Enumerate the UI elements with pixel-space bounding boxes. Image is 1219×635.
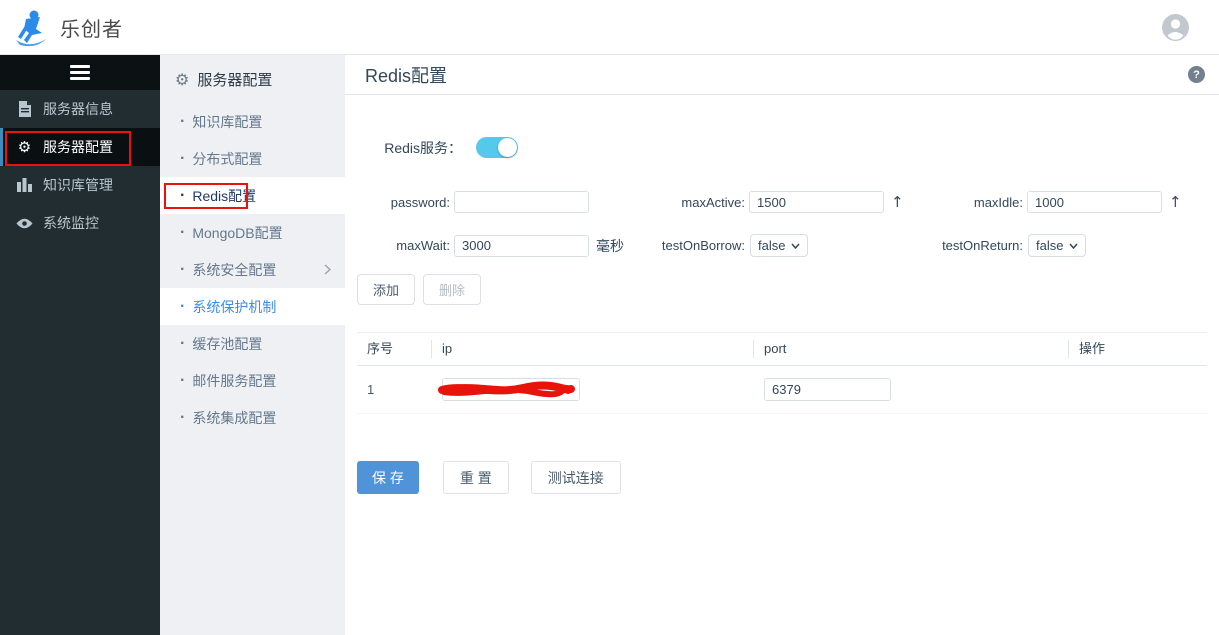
submenu-item-label: 知识库配置 — [192, 113, 263, 130]
main-panel: Redis配置 ? Redis服务： password: maxActive: — [345, 55, 1219, 635]
sort-up-icon[interactable]: ↑ — [1169, 193, 1182, 211]
maxactive-field[interactable] — [749, 191, 884, 213]
toggle-knob — [498, 138, 517, 157]
sort-up-icon[interactable]: ↑ — [891, 193, 904, 211]
maxwait-unit: 毫秒 — [596, 237, 624, 254]
page-header: Redis配置 ? — [345, 55, 1219, 95]
submenu-item-label: MongoDB配置 — [192, 224, 283, 241]
sidebar-item-server-config[interactable]: ⚙ 服务器配置 — [0, 128, 160, 166]
bullet-icon: · — [180, 371, 186, 389]
bullet-icon: · — [180, 149, 186, 167]
submenu-item-distributed-config[interactable]: · 分布式配置 — [160, 140, 345, 177]
testonborrow-select[interactable]: false — [750, 234, 809, 257]
bullet-icon: · — [180, 260, 186, 278]
redis-service-toggle[interactable] — [476, 137, 518, 158]
test-connection-button[interactable]: 测试连接 — [530, 461, 621, 494]
bullet-icon: · — [180, 408, 186, 426]
maxwait-label: maxWait: — [396, 238, 450, 253]
sidebar-item-label: 服务器信息 — [43, 101, 113, 117]
gear-icon: ⚙ — [175, 69, 190, 89]
maxactive-label: maxActive: — [681, 194, 745, 210]
brand-name: 乐创者 — [60, 18, 123, 41]
testonborrow-label: testOnBorrow: — [661, 238, 745, 253]
bullet-icon: · — [180, 223, 186, 241]
sidebar-collapse-button[interactable] — [0, 55, 160, 90]
bullet-icon: · — [180, 297, 186, 315]
column-header-ip: ip — [432, 340, 754, 358]
submenu-item-label: 系统保护机制 — [192, 298, 277, 315]
table-row: 1 — [357, 366, 1207, 414]
add-button[interactable]: 添加 — [357, 274, 416, 305]
user-avatar-icon[interactable] — [1162, 13, 1189, 41]
sidebar-item-label: 服务器配置 — [43, 139, 113, 155]
row-index: 1 — [367, 382, 375, 397]
sidebar-item-server-info[interactable]: 服务器信息 — [0, 90, 160, 128]
top-bar: 乐创者 — [0, 0, 1219, 55]
submenu-item-mail-service-config[interactable]: · 邮件服务配置 — [160, 362, 345, 399]
main-sidebar: 服务器信息 ⚙ 服务器配置 知识库管理 系统监控 — [0, 55, 160, 635]
chevron-down-icon — [791, 243, 801, 249]
hamburger-icon — [70, 62, 90, 83]
maxidle-label: maxIdle: — [973, 194, 1023, 210]
submenu-item-protection-mechanism[interactable]: · 系统保护机制 — [160, 288, 345, 325]
submenu-item-knowledge-config[interactable]: · 知识库配置 — [160, 103, 345, 140]
page-title: Redis配置 — [365, 65, 448, 86]
sidebar-item-label: 知识库管理 — [43, 177, 113, 193]
testonreturn-label: testOnReturn: — [942, 238, 1023, 253]
testonreturn-value: false — [1036, 238, 1064, 253]
submenu-item-system-integration-config[interactable]: · 系统集成配置 — [160, 399, 345, 436]
maxidle-field[interactable] — [1027, 191, 1162, 213]
password-field[interactable] — [454, 191, 589, 213]
reset-button[interactable]: 重 置 — [442, 461, 509, 494]
config-submenu: ⚙ 服务器配置 · 知识库配置 · 分布式配置 · Redis配置 · Mong… — [160, 55, 345, 635]
eye-icon — [16, 218, 33, 229]
submenu-item-security-config[interactable]: · 系统安全配置 — [160, 251, 345, 288]
submenu-item-label: 系统集成配置 — [192, 409, 277, 426]
column-header-actions: 操作 — [1079, 341, 1106, 356]
submenu-title: 服务器配置 — [197, 71, 273, 89]
port-field[interactable] — [764, 378, 891, 401]
submenu-item-label: 缓存池配置 — [192, 335, 263, 352]
chevron-down-icon — [1069, 243, 1079, 249]
password-label: password: — [390, 194, 450, 210]
sidebar-item-knowledge-mgmt[interactable]: 知识库管理 — [0, 166, 160, 204]
redis-service-label: Redis服务： — [384, 139, 462, 156]
bullet-icon: · — [180, 334, 186, 352]
column-header-port: port — [754, 340, 1069, 358]
file-icon — [16, 101, 33, 117]
submenu-item-label: Redis配置 — [192, 187, 257, 204]
submenu-item-label: 系统安全配置 — [192, 261, 277, 278]
submenu-item-mongodb-config[interactable]: · MongoDB配置 — [160, 214, 345, 251]
chevron-right-icon — [324, 264, 331, 275]
bullet-icon: · — [180, 186, 186, 204]
gear-icon: ⚙ — [17, 138, 32, 156]
bullet-icon: · — [180, 112, 186, 130]
submenu-item-cache-pool-config[interactable]: · 缓存池配置 — [160, 325, 345, 362]
testonreturn-select[interactable]: false — [1028, 234, 1087, 257]
submenu-header: ⚙ 服务器配置 — [160, 55, 345, 103]
maxwait-field[interactable] — [454, 234, 589, 257]
redis-nodes-table: 序号 ip port 操作 1 — [357, 332, 1207, 414]
save-button[interactable]: 保 存 — [357, 461, 419, 494]
ip-field[interactable] — [442, 378, 580, 401]
bars-icon — [16, 178, 33, 192]
submenu-item-label: 分布式配置 — [192, 150, 263, 167]
sidebar-item-label: 系统监控 — [43, 215, 99, 231]
help-icon[interactable]: ? — [1188, 66, 1205, 83]
table-header-row: 序号 ip port 操作 — [357, 333, 1207, 366]
redis-config-form: Redis服务： password: maxActive: ↑ maxIdle: — [345, 95, 1219, 494]
column-header-index: 序号 — [357, 340, 432, 358]
submenu-item-label: 邮件服务配置 — [192, 372, 277, 389]
testonborrow-value: false — [758, 238, 786, 253]
brand-logo-icon — [16, 10, 46, 47]
submenu-item-redis-config[interactable]: · Redis配置 — [160, 177, 345, 214]
delete-button[interactable]: 删除 — [423, 274, 482, 305]
sidebar-item-system-monitor[interactable]: 系统监控 — [0, 204, 160, 242]
